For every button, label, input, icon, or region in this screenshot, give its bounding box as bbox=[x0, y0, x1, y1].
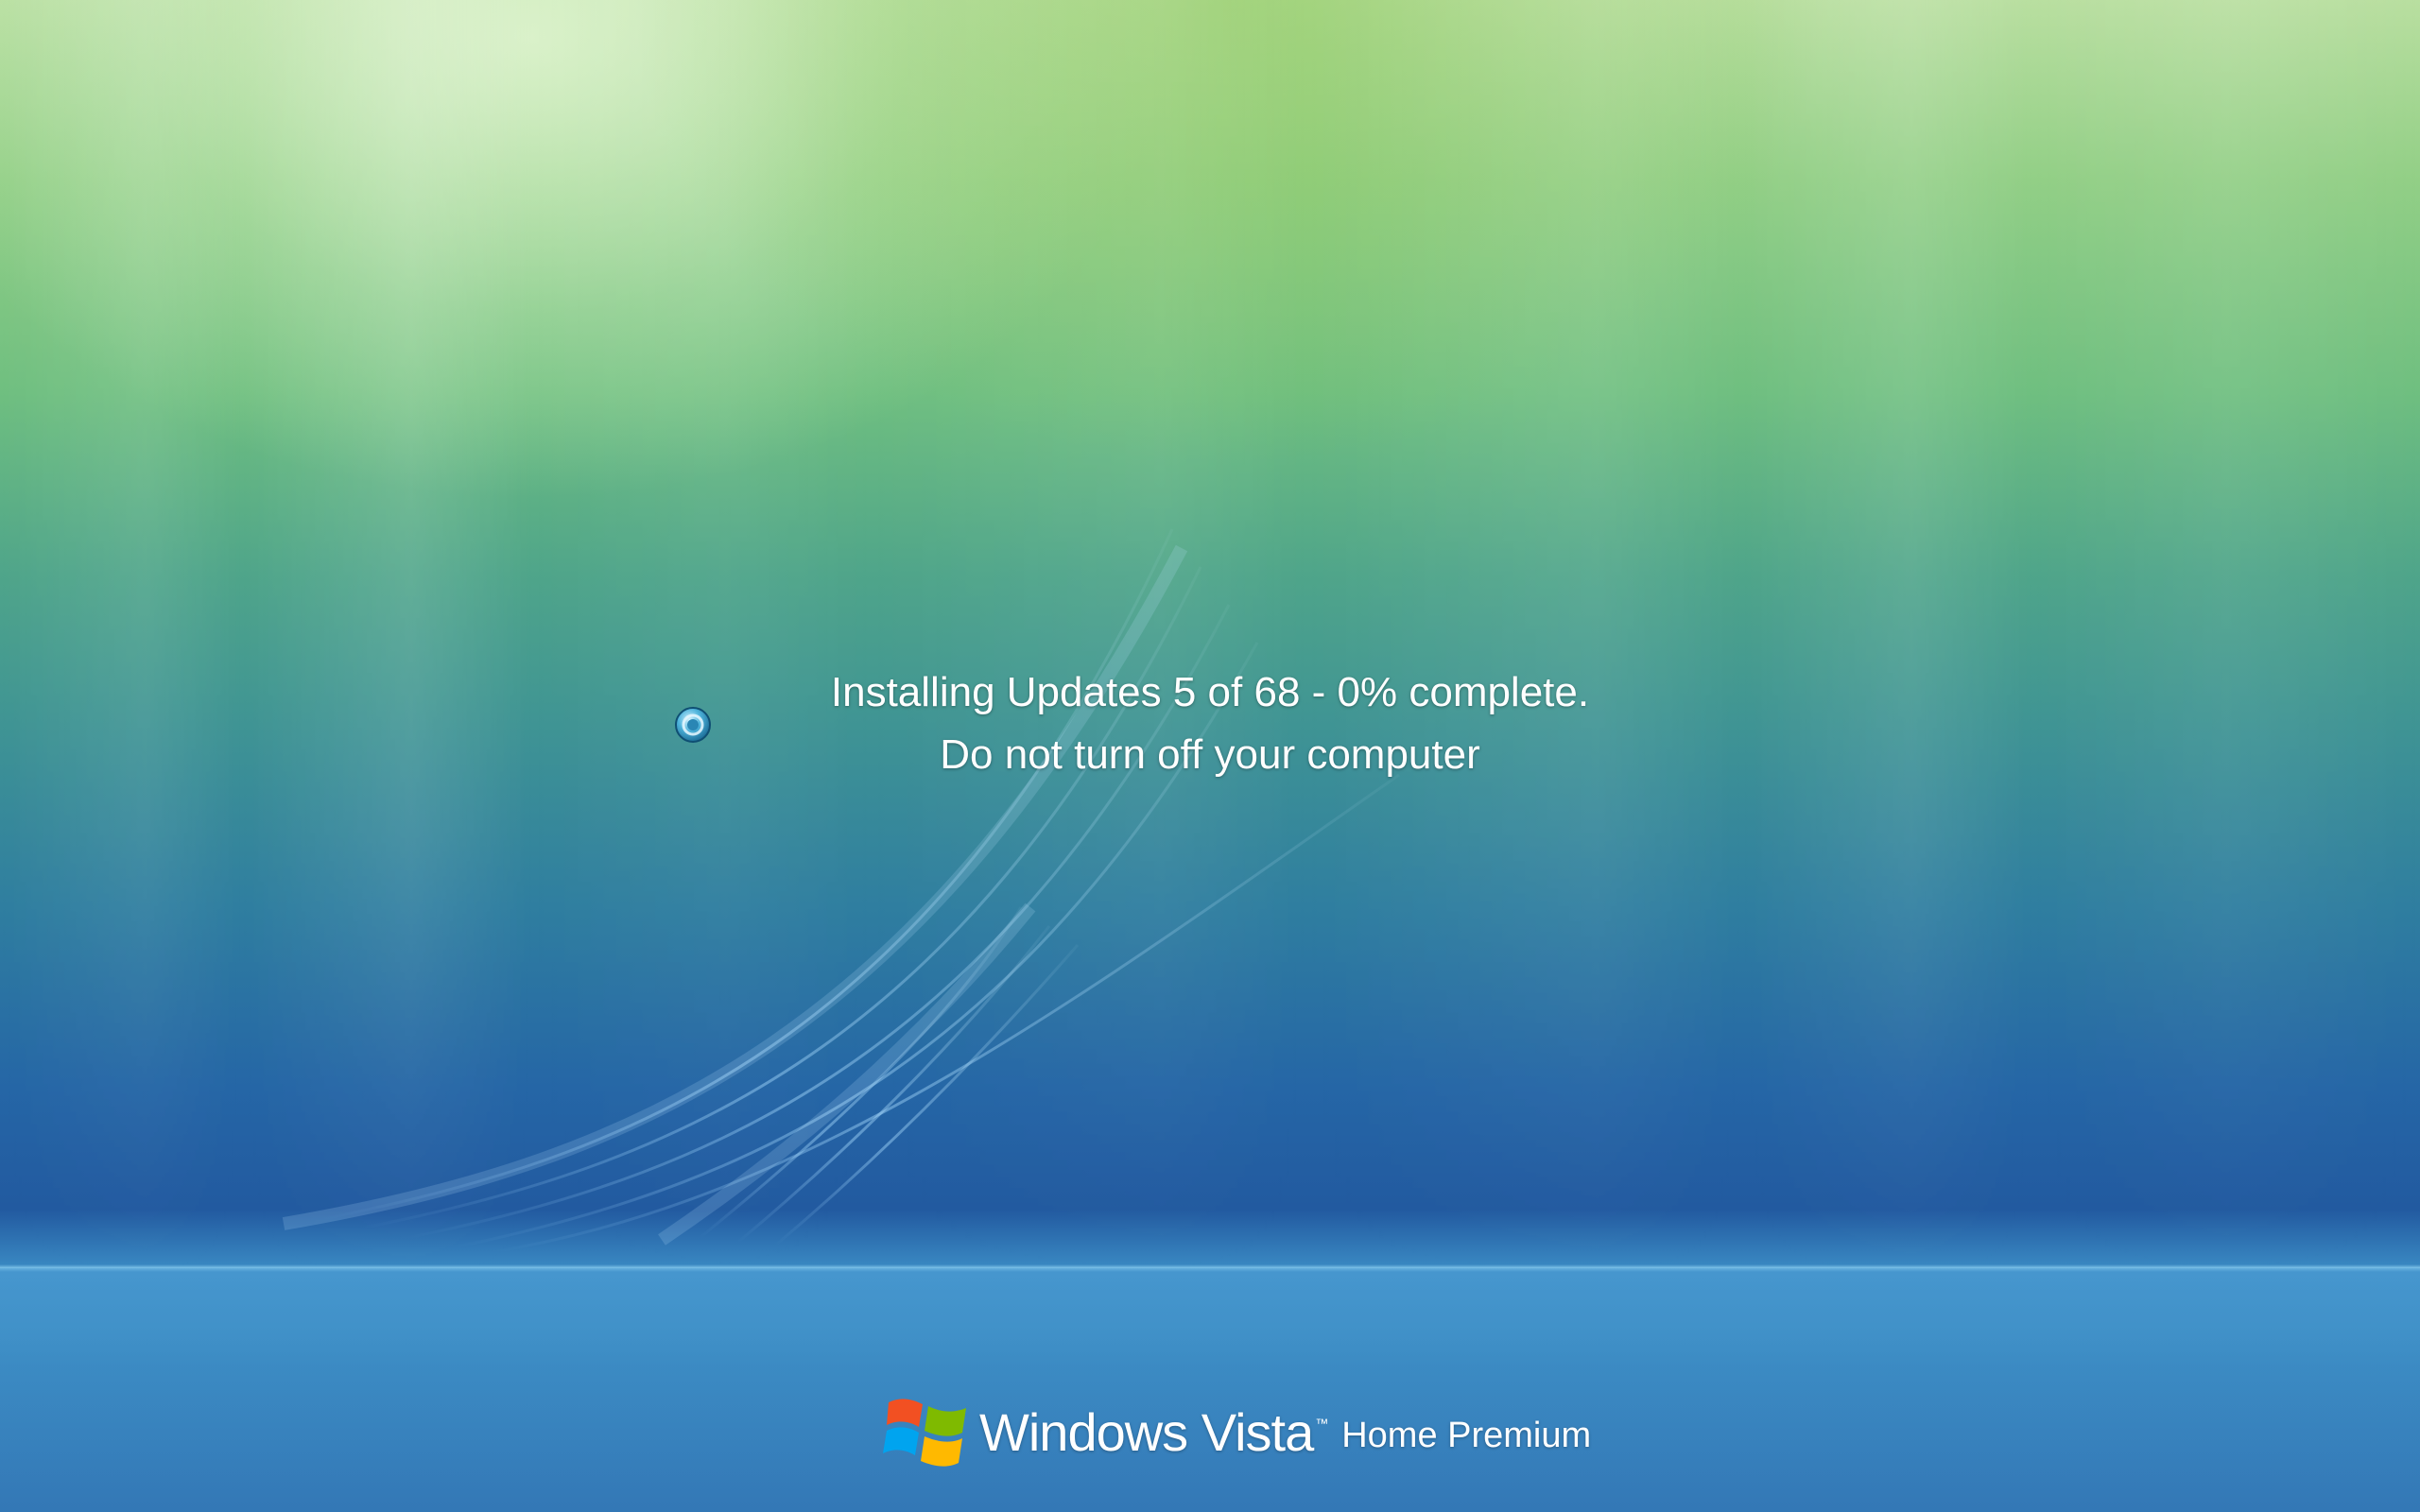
windows-flag-icon bbox=[883, 1399, 966, 1467]
brand-trademark: ™ bbox=[1315, 1416, 1329, 1431]
windows-vista-branding: Windows Vista ™ Home Premium bbox=[883, 1389, 1591, 1474]
brand-edition: Home Premium bbox=[1341, 1415, 1592, 1455]
update-warning-text: Do not turn off your computer bbox=[940, 731, 1480, 778]
brand-name: Windows Vista bbox=[979, 1401, 1314, 1462]
update-progress-text: Installing Updates 5 of 68 - 0% complete… bbox=[830, 669, 1590, 715]
update-status: Installing Updates 5 of 68 - 0% complete… bbox=[0, 662, 2420, 786]
